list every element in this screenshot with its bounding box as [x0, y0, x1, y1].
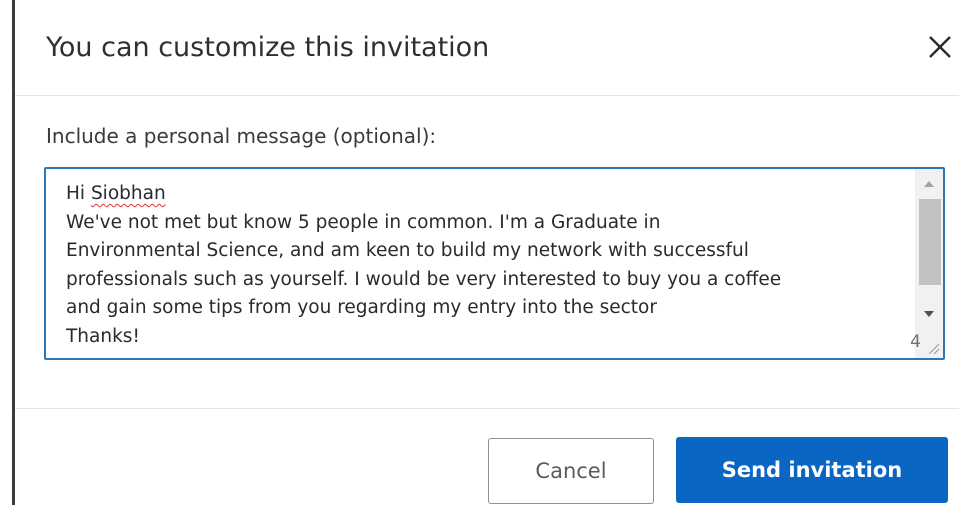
- message-label: Include a personal message (optional):: [46, 124, 437, 148]
- message-text: Hi Siobhan We've not met but know 5 peop…: [66, 180, 916, 351]
- scroll-up-button[interactable]: [915, 171, 943, 197]
- message-recipient-name: Siobhan: [90, 183, 166, 204]
- resize-handle[interactable]: [925, 340, 941, 356]
- dialog-title: You can customize this invitation: [46, 32, 490, 63]
- close-icon: [929, 36, 951, 58]
- chevron-down-icon: [924, 311, 934, 317]
- message-line: Hi Siobhan: [66, 180, 916, 209]
- footer-divider: [15, 408, 959, 409]
- cancel-button[interactable]: Cancel: [488, 438, 654, 504]
- resize-grip-icon: [928, 343, 940, 355]
- dialog-header: You can customize this invitation: [15, 0, 959, 96]
- message-line: We've not met but know 5 people in commo…: [66, 211, 661, 233]
- personal-message-textarea[interactable]: Hi Siobhan We've not met but know 5 peop…: [44, 167, 945, 360]
- scroll-down-button[interactable]: [915, 301, 943, 327]
- send-invitation-button[interactable]: Send invitation: [676, 437, 948, 503]
- scroll-thumb[interactable]: [919, 199, 941, 285]
- message-line: Environmental Science, and am keen to bu…: [66, 240, 749, 261]
- character-counter: 4: [910, 332, 921, 352]
- invitation-dialog: You can customize this invitation Includ…: [0, 0, 959, 505]
- message-line: and gain some tips from you regarding my…: [66, 297, 657, 318]
- message-greeting: Hi: [66, 183, 91, 204]
- textarea-scrollbar[interactable]: [915, 169, 943, 358]
- message-line: professionals such as yourself. I would …: [66, 268, 782, 290]
- message-line: Thanks!: [66, 325, 140, 347]
- chevron-up-icon: [924, 181, 934, 187]
- close-button[interactable]: [923, 30, 957, 64]
